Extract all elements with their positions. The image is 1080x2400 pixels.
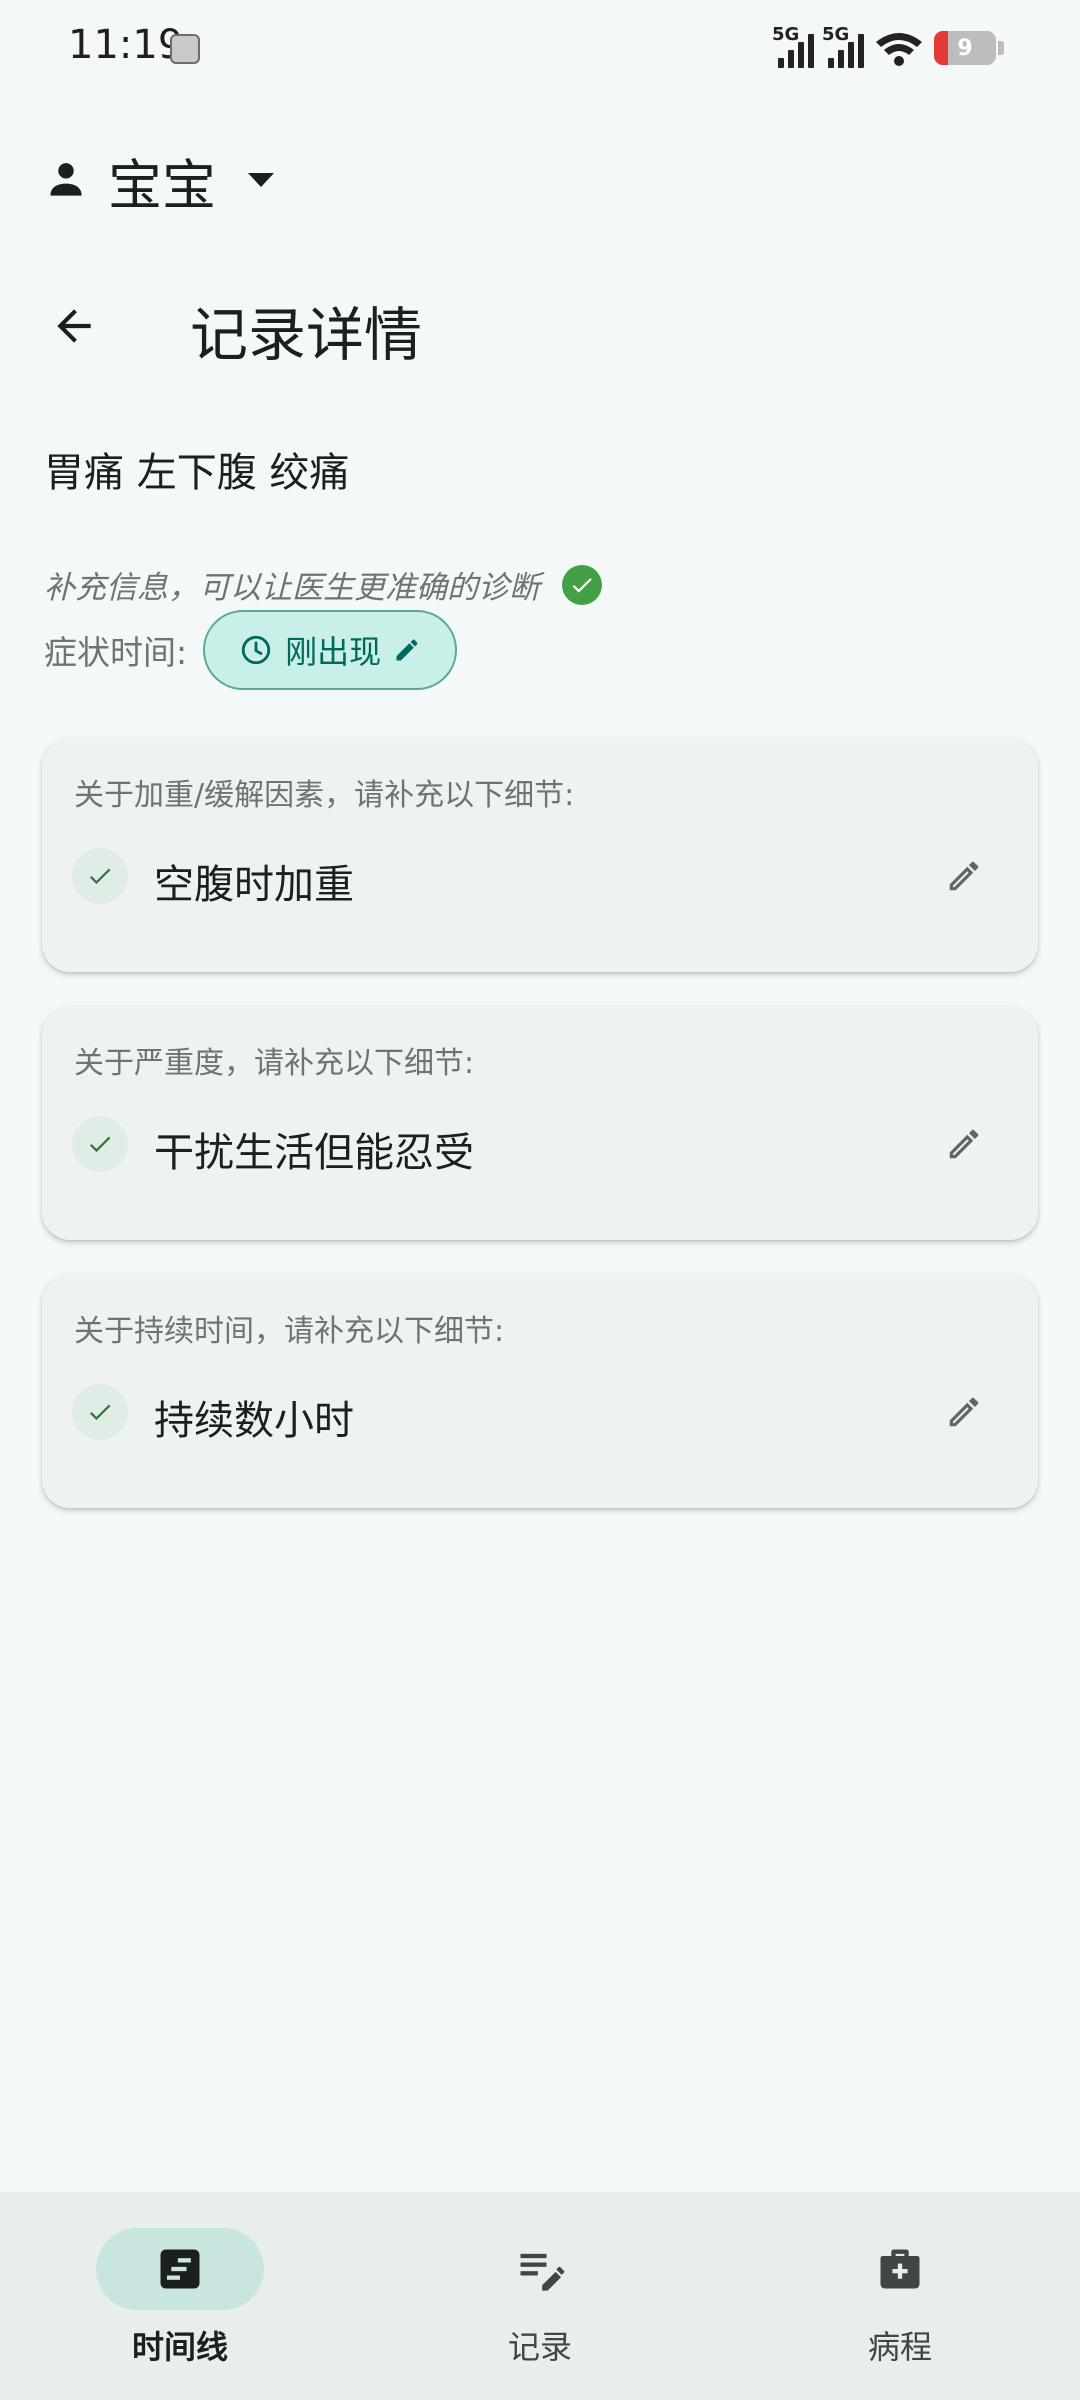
dropdown-arrow-icon xyxy=(248,173,274,187)
check-icon xyxy=(72,848,128,904)
nav-icon-container xyxy=(816,2228,984,2310)
card-answer: 空腹时加重 xyxy=(154,862,354,908)
nav-item-timeline[interactable]: 时间线 xyxy=(60,2228,300,2378)
symptom-time-label: 症状时间: xyxy=(44,633,188,672)
timeline-icon xyxy=(160,2249,200,2289)
nav-item-medical-course[interactable]: 病程 xyxy=(780,2228,1020,2378)
check-circle-icon xyxy=(562,564,602,605)
hint-text: 补充信息，可以让医生更准确的诊断 xyxy=(44,570,540,606)
card-answer: 持续数小时 xyxy=(154,1398,354,1444)
detail-card-aggravating-factors: 关于加重/缓解因素，请补充以下细节: 空腹时加重 xyxy=(42,738,1038,972)
detail-card-severity: 关于严重度，请补充以下细节: 干扰生活但能忍受 xyxy=(42,1006,1038,1240)
person-icon xyxy=(50,163,82,196)
symptom-title: 胃痛 左下腹 绞痛 xyxy=(44,450,350,496)
symptom-time-value: 刚出现 xyxy=(285,633,382,671)
app-bar: 记录详情 xyxy=(0,270,1080,380)
nav-label: 时间线 xyxy=(131,2328,228,2366)
page-title: 记录详情 xyxy=(190,301,423,369)
bottom-navigation: 时间线 记录 病程 xyxy=(0,2192,1080,2400)
card-question: 关于严重度，请补充以下细节: xyxy=(74,1046,475,1081)
nav-label: 记录 xyxy=(507,2328,572,2366)
nav-label: 病程 xyxy=(867,2328,932,2366)
nav-active-indicator xyxy=(96,2228,264,2310)
pencil-icon xyxy=(949,1397,979,1427)
battery-icon: 9 xyxy=(934,31,996,65)
edit-note-icon xyxy=(520,2253,565,2291)
nav-icon-container xyxy=(456,2228,624,2310)
pencil-icon xyxy=(949,861,979,891)
card-answer: 干扰生活但能忍受 xyxy=(154,1130,474,1176)
card-question: 关于持续时间，请补充以下细节: xyxy=(74,1314,505,1349)
arrow-back-icon xyxy=(57,309,91,343)
nav-item-record[interactable]: 记录 xyxy=(420,2228,660,2378)
symptom-time-row: 症状时间: 刚出现 xyxy=(44,610,458,690)
edit-button[interactable] xyxy=(942,1122,986,1166)
check-icon xyxy=(72,1384,128,1440)
clock-icon xyxy=(241,635,271,665)
detail-card-duration: 关于持续时间，请补充以下细节: 持续数小时 xyxy=(42,1274,1038,1508)
pencil-icon xyxy=(949,1129,979,1159)
check-icon xyxy=(72,1116,128,1172)
notification-app-icon xyxy=(170,34,200,64)
back-button[interactable] xyxy=(36,288,112,364)
network-type-label: 5G xyxy=(772,24,800,45)
supplement-hint: 补充信息，可以让医生更准确的诊断 xyxy=(44,562,602,607)
profile-selector[interactable]: 宝宝 xyxy=(44,140,276,220)
card-question: 关于加重/缓解因素，请补充以下细节: xyxy=(74,778,575,813)
edit-button[interactable] xyxy=(942,1390,986,1434)
signal-icon: 5G xyxy=(822,24,864,68)
edit-button[interactable] xyxy=(942,854,986,898)
battery-level: 9 xyxy=(957,35,973,61)
profile-name: 宝宝 xyxy=(108,153,216,217)
network-type-label: 5G xyxy=(822,24,850,45)
status-icons: 5G 5G 9 xyxy=(772,24,1004,70)
symptom-time-chip[interactable]: 刚出现 xyxy=(203,610,458,690)
pencil-icon xyxy=(396,639,418,661)
wifi-icon xyxy=(876,33,922,66)
medical-bag-icon xyxy=(880,2249,920,2289)
signal-icon: 5G xyxy=(772,24,814,68)
status-bar: 11:19 5G 5G 9 xyxy=(0,0,1080,100)
status-time: 11:19 xyxy=(68,22,184,68)
